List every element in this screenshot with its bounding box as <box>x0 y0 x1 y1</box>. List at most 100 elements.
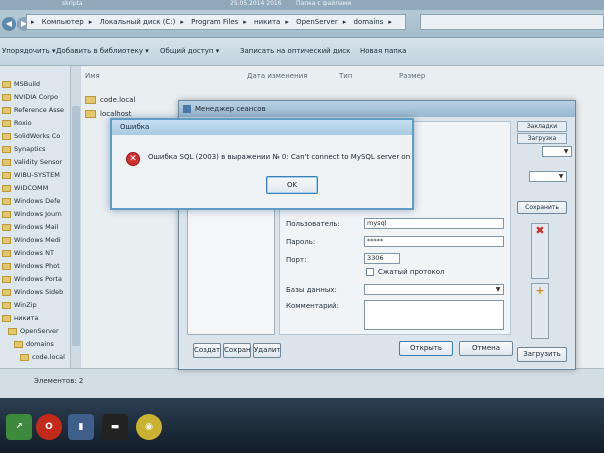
folder-icon <box>2 223 11 231</box>
crumb-domains[interactable]: domains <box>353 18 383 26</box>
list-item[interactable]: code.local <box>85 96 135 104</box>
session-manager-titlebar[interactable]: Менеджер сеансов <box>179 101 575 117</box>
scroll-thumb[interactable] <box>72 106 80 346</box>
navigation-pane: MSBuild NVIDIA Corpo Reference Asse Roxi… <box>0 66 80 386</box>
nav-item[interactable]: MSBuild <box>2 78 40 91</box>
compress-checkbox[interactable] <box>366 268 374 276</box>
crumb-nikita[interactable]: никита <box>254 18 280 26</box>
nav-item[interactable]: Reference Asse <box>2 104 64 117</box>
nav-item[interactable]: Windows Medi <box>2 234 61 247</box>
nav-item[interactable]: Synaptics <box>2 143 46 156</box>
start-icon[interactable]: ↗ <box>6 414 32 440</box>
window-tab[interactable]: skripta <box>62 0 83 7</box>
side-select[interactable]: ▼ <box>529 171 567 182</box>
comment-label: Комментарий: <box>286 302 339 310</box>
nav-item[interactable]: Windows Porta <box>2 273 62 286</box>
share-button[interactable]: Общий доступ ▾ <box>160 47 219 55</box>
nav-item[interactable]: code.local <box>20 351 65 364</box>
error-icon: ✕ <box>126 152 140 166</box>
session-side-panel: Закладки Загрузка ▼ Сохранить ✖ + <box>517 117 577 339</box>
nav-item[interactable]: OpenServer <box>8 325 59 338</box>
folder-icon <box>2 184 11 192</box>
databases-select[interactable]: ▼ <box>364 284 504 295</box>
comment-field[interactable] <box>364 300 504 330</box>
password-label: Пароль: <box>286 238 316 246</box>
column-size[interactable]: Размер <box>399 72 425 80</box>
crumb-local-disk[interactable]: Локальный диск (C:) <box>99 18 175 26</box>
column-date[interactable]: Дата изменения <box>247 72 307 80</box>
nav-item[interactable]: WIBU-SYSTEM <box>2 169 60 182</box>
nav-item[interactable]: Windows NT <box>2 247 54 260</box>
monitor-icon[interactable]: ▮ <box>68 414 94 440</box>
crumb-computer[interactable]: Компьютер <box>42 18 84 26</box>
nav-item[interactable]: WIDCOMM <box>2 182 48 195</box>
nav-scrollbar[interactable] <box>70 66 80 386</box>
cancel-button[interactable]: Отмена <box>459 341 513 356</box>
address-field[interactable]: ▸ Компьютер ▸ Локальный диск (C:) ▸ Progra… <box>26 14 406 30</box>
add-icon[interactable]: + <box>531 283 549 339</box>
item-count: Элементов: 2 <box>34 377 84 385</box>
nav-item[interactable]: domains <box>14 338 54 351</box>
crumb-program-files[interactable]: Program Files <box>191 18 238 26</box>
password-field[interactable]: ***** <box>364 236 504 247</box>
save-button[interactable]: Сохранить <box>223 343 251 358</box>
organize-button[interactable]: Упорядочить ▾ <box>2 47 56 55</box>
folder-icon <box>2 171 11 179</box>
app-icon <box>183 105 191 113</box>
heidisql-icon[interactable]: ◉ <box>136 414 162 440</box>
folder-icon <box>14 340 23 348</box>
nav-item[interactable]: Windows Sideb <box>2 286 63 299</box>
list-item[interactable]: localhost <box>85 110 131 118</box>
nav-item[interactable]: Roxio <box>2 117 32 130</box>
port-field[interactable]: 3306 <box>364 253 400 264</box>
column-type[interactable]: Тип <box>339 72 352 80</box>
add-to-library-button[interactable]: Добавить в библиотеку ▾ <box>56 47 149 55</box>
column-name[interactable]: Имя <box>85 72 100 80</box>
delete-icon[interactable]: ✖ <box>531 223 549 279</box>
ok-button[interactable]: OK <box>266 176 318 194</box>
side-save-button[interactable]: Сохранить <box>517 201 567 214</box>
nav-item[interactable]: Windows Mail <box>2 221 58 234</box>
taskbar: ↗ O ▮ ▬ ◉ <box>0 398 604 453</box>
folder-icon <box>2 119 11 127</box>
error-message: Ошибка SQL (2003) в выражении № 0: Can't… <box>148 153 410 161</box>
nav-item[interactable]: никита <box>2 312 38 325</box>
user-field[interactable]: mysql <box>364 218 504 229</box>
error-dialog-titlebar[interactable]: Ошибка <box>112 120 412 135</box>
create-button[interactable]: Создать <box>193 343 221 358</box>
folder-icon <box>2 197 11 205</box>
compress-label: Сжатый протокол <box>378 268 445 276</box>
open-button[interactable]: Открыть <box>399 341 453 356</box>
folder-icon <box>2 288 11 296</box>
folder-icon <box>2 301 11 309</box>
search-input[interactable] <box>420 14 604 30</box>
nav-item[interactable]: Windows Journ <box>2 208 62 221</box>
nav-item[interactable]: Windows Defe <box>2 195 60 208</box>
new-folder-button[interactable]: Новая папка <box>360 47 406 55</box>
folder-icon <box>2 210 11 218</box>
delete-button[interactable]: Удалить <box>253 343 281 358</box>
error-dialog: Ошибка ✕ Ошибка SQL (2003) в выражении №… <box>110 118 414 210</box>
folder-icon <box>2 80 11 88</box>
title-date: 25.05.2014 2016 <box>230 0 282 7</box>
opera-icon[interactable]: O <box>36 414 62 440</box>
nav-item[interactable]: NVIDIA Corpo <box>2 91 58 104</box>
load-button[interactable]: Загрузить <box>517 347 567 362</box>
databases-label: Базы данных: <box>286 286 337 294</box>
burn-button[interactable]: Записать на оптический диск <box>240 47 350 55</box>
chevron-down-icon: ▼ <box>558 173 564 180</box>
port-label: Порт: <box>286 256 307 264</box>
tab-bookmarks[interactable]: Закладки <box>517 121 567 132</box>
folder-icon <box>20 353 29 361</box>
error-dialog-title: Ошибка <box>120 123 150 131</box>
tab-load[interactable]: Загрузка <box>517 133 567 144</box>
folder-icon <box>2 236 11 244</box>
nav-item[interactable]: Validity Sensor <box>2 156 62 169</box>
nav-item[interactable]: SolidWorks Co <box>2 130 60 143</box>
folder-icon <box>2 132 11 140</box>
crumb-openserver[interactable]: OpenServer <box>296 18 338 26</box>
back-icon[interactable]: ◀ <box>2 17 16 31</box>
nav-item[interactable]: Windows Phot <box>2 260 60 273</box>
terminal-icon[interactable]: ▬ <box>102 414 128 440</box>
nav-item[interactable]: WinZip <box>2 299 37 312</box>
